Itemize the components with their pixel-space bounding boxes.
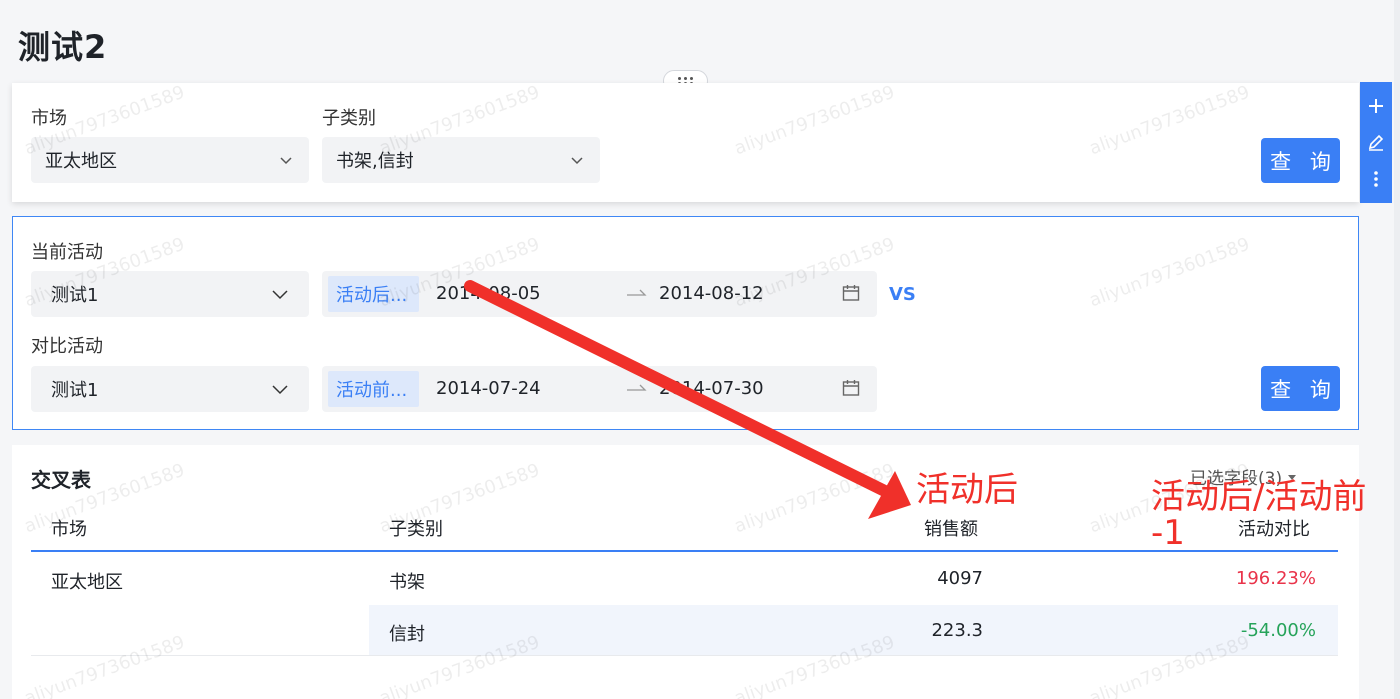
- page-title: 测试2: [18, 28, 108, 66]
- widget-toolbar: [1360, 82, 1392, 203]
- subcategory-select[interactable]: 书架,信封: [322, 137, 600, 183]
- table-cell-compare: 196.23%: [1235, 568, 1316, 589]
- plus-icon[interactable]: [1365, 95, 1387, 117]
- table-cell-sales: 4097: [937, 568, 983, 589]
- current-date-range[interactable]: 活动后... 2014-08-05 2014-08-12: [322, 271, 877, 317]
- annotation-label-after: 活动后: [916, 470, 1018, 510]
- current-activity-label: 当前活动: [31, 242, 103, 263]
- chevron-down-icon: [277, 151, 295, 169]
- column-header-sales[interactable]: 销售额: [924, 515, 978, 541]
- chevron-down-icon: [271, 285, 289, 303]
- current-activity-select[interactable]: 测试1: [31, 271, 309, 317]
- scrollbar[interactable]: [1394, 0, 1400, 699]
- edit-icon[interactable]: [1365, 131, 1387, 153]
- calendar-icon[interactable]: [841, 378, 861, 398]
- baseline-activity-label: 对比活动: [31, 336, 103, 357]
- current-start-date[interactable]: 2014-08-05: [436, 283, 541, 304]
- table-cell-market: 亚太地区: [51, 572, 123, 593]
- baseline-date-tag[interactable]: 活动前...: [328, 371, 419, 407]
- subcategory-select-value: 书架,信封: [336, 151, 414, 172]
- arrow-right-icon: [625, 284, 647, 302]
- baseline-date-range[interactable]: 活动前... 2014-07-24 2014-07-30: [322, 366, 877, 412]
- vs-label: VS: [889, 284, 916, 305]
- compare-query-button[interactable]: 查 询: [1261, 366, 1340, 411]
- more-icon[interactable]: [1365, 168, 1387, 190]
- crosstab-title: 交叉表: [31, 468, 91, 492]
- annotation-formula-suffix: -1: [1151, 513, 1185, 553]
- baseline-activity-value: 测试1: [51, 380, 99, 401]
- calendar-icon[interactable]: [841, 283, 861, 303]
- market-filter-label: 市场: [31, 108, 67, 129]
- header-divider: [31, 550, 1338, 552]
- table-cell-subcategory: 信封: [389, 624, 425, 645]
- chevron-down-icon: [568, 151, 586, 169]
- market-select-value: 亚太地区: [45, 151, 117, 172]
- filter-query-button[interactable]: 查 询: [1261, 138, 1340, 183]
- column-header-subcategory[interactable]: 子类别: [389, 515, 443, 541]
- baseline-activity-select[interactable]: 测试1: [31, 366, 309, 412]
- chevron-down-icon: [271, 380, 289, 398]
- current-date-tag[interactable]: 活动后...: [328, 276, 419, 312]
- table-cell-sales: 223.3: [931, 620, 983, 641]
- subcategory-filter-label: 子类别: [322, 108, 376, 129]
- row-divider: [31, 655, 1338, 656]
- table-cell-subcategory: 书架: [389, 572, 425, 593]
- annotation-formula: 活动后/活动前: [1151, 477, 1367, 517]
- table-row-highlight: [369, 605, 1338, 656]
- current-activity-value: 测试1: [51, 285, 99, 306]
- baseline-start-date[interactable]: 2014-07-24: [436, 378, 541, 399]
- market-select[interactable]: 亚太地区: [31, 137, 309, 183]
- table-cell-compare: -54.00%: [1240, 620, 1316, 641]
- column-header-compare[interactable]: 活动对比: [1238, 515, 1310, 541]
- baseline-end-date[interactable]: 2014-07-30: [659, 378, 764, 399]
- column-header-market[interactable]: 市场: [51, 515, 87, 541]
- arrow-right-icon: [625, 379, 647, 397]
- current-end-date[interactable]: 2014-08-12: [659, 283, 764, 304]
